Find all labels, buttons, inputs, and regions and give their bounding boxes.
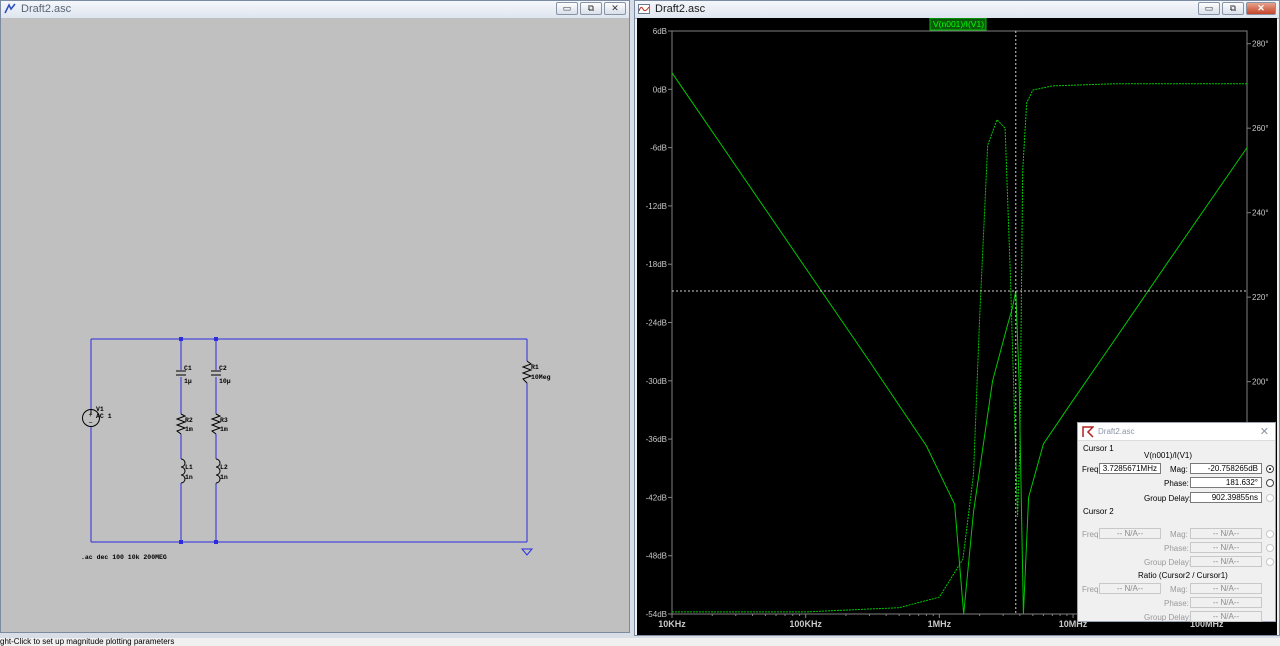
left-tick-label: -48dB	[646, 552, 667, 561]
cursor2-group-delay-label: Group Delay:	[1144, 558, 1192, 567]
c2-value: 10µ	[219, 378, 231, 385]
trace-label[interactable]: V(n001)/I(V1)	[933, 19, 984, 29]
l1-name: L1	[185, 464, 193, 471]
r2-name: R2	[185, 417, 193, 424]
close-button[interactable]: ✕	[1246, 2, 1276, 15]
cursor1-phase-label: Phase:	[1164, 479, 1189, 488]
ratio-group-delay-label: Group Delay:	[1144, 613, 1192, 622]
cursor2-phase-label: Phase:	[1164, 544, 1189, 553]
left-tick-label: -36dB	[646, 435, 667, 444]
svg-text:+: +	[89, 412, 93, 419]
cursor-dialog-titlebar[interactable]: Draft2.asc ✕	[1078, 423, 1275, 441]
cursor1-group-label: Cursor 1	[1083, 444, 1114, 453]
l2-name: L2	[220, 464, 228, 471]
v1-value: AC 1	[96, 413, 112, 420]
left-tick-label: -24dB	[646, 319, 667, 328]
svg-text:−: −	[89, 420, 93, 427]
r3-resistor[interactable]	[210, 413, 222, 435]
restore-button[interactable]: ⧉	[1222, 2, 1244, 15]
ratio-freq-field: -- N/A--	[1099, 583, 1161, 594]
r3-name: R3	[220, 417, 228, 424]
x-tick-label: 10KHz	[658, 619, 686, 629]
schematic-titlebar[interactable]: Draft2.asc ▭ ⧉ ✕	[1, 1, 629, 19]
cursor1-mag-radio[interactable]	[1266, 465, 1274, 473]
left-tick-label: -12dB	[646, 202, 667, 211]
ltspice-schematic-icon	[4, 3, 16, 14]
c1-name: C1	[184, 365, 192, 372]
l1-value: 1n	[185, 474, 193, 481]
ground-icon	[520, 548, 534, 556]
x-tick-label: 100KHz	[789, 619, 822, 629]
left-tick-label: -18dB	[646, 260, 667, 269]
left-tick-label: 6dB	[653, 27, 667, 36]
l2-value: 1n	[220, 474, 228, 481]
ratio-phase-field: -- N/A--	[1190, 597, 1262, 608]
cursor1-freq-label: Freq:	[1082, 465, 1101, 474]
ratio-group-delay-field: -- N/A--	[1190, 611, 1262, 622]
cursor1-group-delay-radio[interactable]	[1266, 494, 1274, 502]
cursor2-freq-field: -- N/A--	[1099, 528, 1161, 539]
cursor1-phase-radio[interactable]	[1266, 479, 1274, 487]
x-tick-label: 1MHz	[928, 619, 952, 629]
cursor2-group-label: Cursor 2	[1083, 507, 1114, 516]
cursor-dialog-title: Draft2.asc	[1098, 427, 1135, 436]
c2-name: C2	[219, 365, 227, 372]
minimize-button[interactable]: ▭	[556, 2, 578, 15]
waveform-viewer-icon	[638, 4, 650, 14]
cursor2-mag-label: Mag:	[1170, 530, 1188, 539]
c1-value: 1µ	[184, 378, 192, 385]
left-tick-label: -42dB	[646, 493, 667, 502]
ac-directive[interactable]: .ac dec 100 10k 200MEG	[81, 554, 167, 561]
v1-name: V1	[96, 406, 104, 413]
schematic-window: Draft2.asc ▭ ⧉ ✕ + − V1 AC 1 C1 1µ C2 10…	[0, 0, 630, 633]
cursor1-freq-field[interactable]: 3.7285671MHz	[1099, 463, 1161, 474]
ratio-phase-label: Phase:	[1164, 599, 1189, 608]
cursor1-mag-label: Mag:	[1170, 465, 1188, 474]
r2-resistor[interactable]	[175, 413, 187, 435]
waveform-titlebar[interactable]: Draft2.asc ▭ ⧉ ✕	[635, 1, 1279, 19]
r1-name: R1	[531, 364, 539, 371]
r1-value: 10Meg	[531, 374, 551, 381]
left-tick-label: 0dB	[653, 85, 667, 94]
r3-value: 1m	[220, 426, 228, 433]
schematic-canvas[interactable]: + − V1 AC 1 C1 1µ C2 10µ R2 1m R3 1m L1 …	[1, 18, 629, 632]
cursor2-freq-label: Freq:	[1082, 530, 1101, 539]
close-icon[interactable]: ✕	[1260, 425, 1269, 438]
status-text: ght-Click to set up magnitude plotting p…	[0, 638, 175, 646]
left-tick-label: -30dB	[646, 377, 667, 386]
right-tick-label: 220°	[1252, 293, 1269, 302]
r2-value: 1m	[185, 426, 193, 433]
left-tick-label: -6dB	[650, 144, 667, 153]
cursor2-group-delay-radio	[1266, 558, 1274, 566]
r1-resistor[interactable]	[521, 360, 533, 384]
restore-button[interactable]: ⧉	[580, 2, 602, 15]
ratio-freq-label: Freq:	[1082, 585, 1101, 594]
cursor2-phase-radio	[1266, 544, 1274, 552]
schematic-window-title: Draft2.asc	[21, 3, 72, 15]
ltspice-icon	[1082, 426, 1094, 438]
ratio-mag-label: Mag:	[1170, 585, 1188, 594]
right-tick-label: 200°	[1252, 378, 1269, 387]
left-tick-label: -54dB	[646, 610, 667, 619]
cursor2-mag-radio	[1266, 530, 1274, 538]
right-tick-label: 260°	[1252, 124, 1269, 133]
wires	[90, 338, 528, 543]
close-button[interactable]: ✕	[604, 2, 626, 15]
cursor2-phase-field: -- N/A--	[1190, 542, 1262, 553]
ratio-group-label: Ratio (Cursor2 / Cursor1)	[1138, 571, 1228, 580]
minimize-button[interactable]: ▭	[1198, 2, 1220, 15]
right-tick-label: 240°	[1252, 209, 1269, 218]
status-bar: ght-Click to set up magnitude plotting p…	[0, 638, 1280, 646]
cursor2-mag-field: -- N/A--	[1190, 528, 1262, 539]
cursor1-mag-field[interactable]: -20.758265dB	[1190, 463, 1262, 474]
cursor1-group-delay-field[interactable]: 902.39855ns	[1190, 492, 1262, 503]
cursor-dialog: Draft2.asc ✕ Cursor 1 V(n001)/I(V1) Freq…	[1077, 422, 1276, 622]
cursor1-phase-field[interactable]: 181.632°	[1190, 477, 1262, 488]
right-tick-label: 280°	[1252, 40, 1269, 49]
cursor1-group-delay-label: Group Delay:	[1144, 494, 1192, 503]
cursor2-group-delay-field: -- N/A--	[1190, 556, 1262, 567]
waveform-window-title: Draft2.asc	[655, 3, 706, 15]
cursor1-trace-name: V(n001)/I(V1)	[1144, 451, 1193, 460]
ratio-mag-field: -- N/A--	[1190, 583, 1262, 594]
